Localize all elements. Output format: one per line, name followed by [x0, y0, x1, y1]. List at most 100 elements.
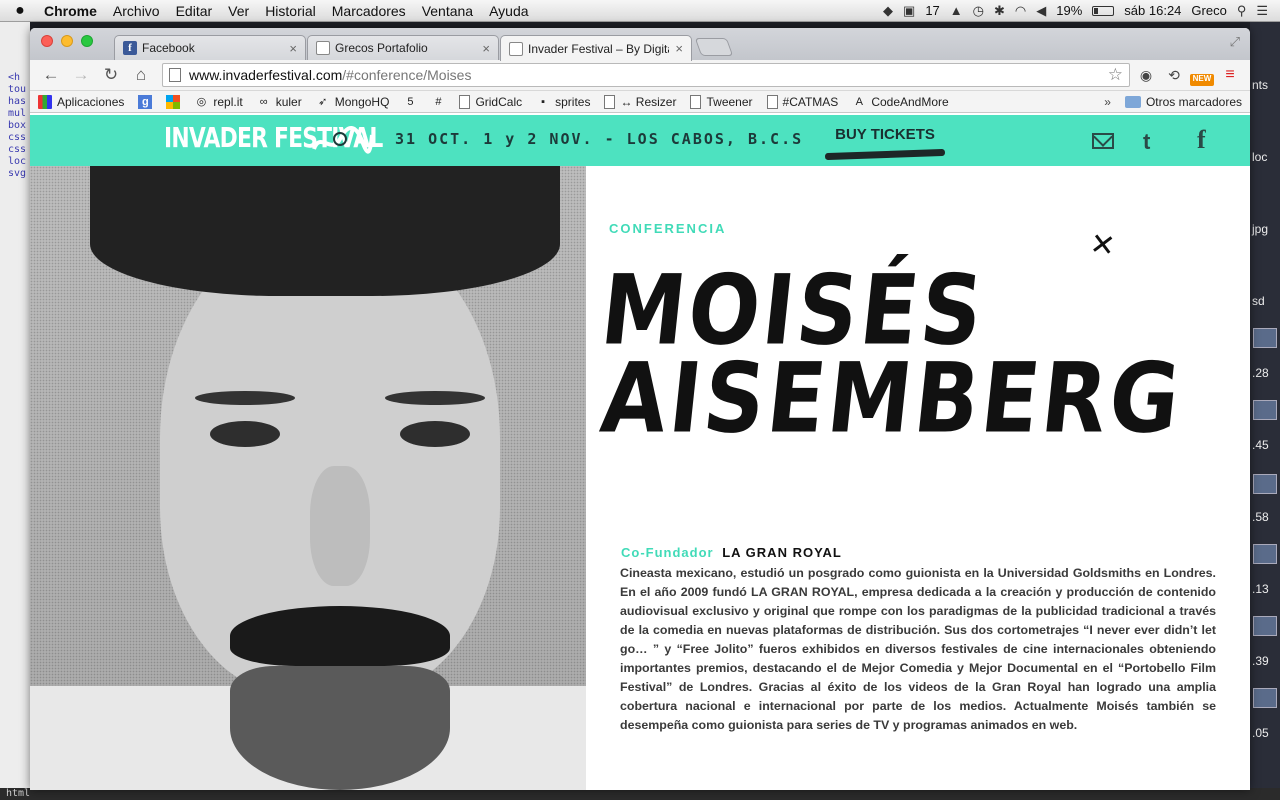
menu-ventana[interactable]: Ventana: [414, 3, 481, 19]
bookmark-kuler[interactable]: ∞ kuler: [257, 95, 302, 109]
bookmark-resizer[interactable]: ↔ Resizer: [604, 94, 677, 109]
desktop-file-label[interactable]: sd: [1252, 294, 1265, 308]
fullscreen-icon[interactable]: ⤢: [1230, 34, 1240, 50]
menu-ver[interactable]: Ver: [220, 3, 257, 19]
page-info-icon[interactable]: [169, 68, 181, 82]
windows-icon: [166, 94, 181, 109]
desktop-file-thumbnail[interactable]: [1253, 328, 1277, 348]
tab-invader-festival[interactable]: Invader Festival – By Digital ×: [500, 35, 692, 61]
speaker-last-name: AISEMBERG: [596, 341, 1188, 455]
menu-marcadores[interactable]: Marcadores: [324, 3, 414, 19]
desktop-file-label[interactable]: .28: [1252, 366, 1269, 380]
time-machine-icon[interactable]: ◷: [973, 3, 984, 19]
font-a-icon: A: [855, 95, 863, 108]
bookmark-sprites[interactable]: ▪ sprites: [536, 95, 590, 109]
menu-editar[interactable]: Editar: [168, 3, 221, 19]
desktop-file-thumbnail[interactable]: [1253, 544, 1277, 564]
bookmark-mongohq[interactable]: ➶ MongoHQ: [316, 94, 390, 109]
dropbox-icon[interactable]: ◆: [883, 3, 893, 19]
sprite-icon: ▪: [541, 95, 546, 108]
bookmark-html5[interactable]: 5: [403, 95, 417, 109]
bookmarks-overflow-button[interactable]: »: [1104, 95, 1111, 109]
desktop-file-label[interactable]: nts: [1252, 78, 1268, 92]
bookmark-label: sprites: [555, 94, 591, 109]
window-close-button[interactable]: [41, 35, 53, 47]
bookmark-label: ↔ Resizer: [620, 94, 677, 109]
tab-facebook[interactable]: f Facebook ×: [114, 35, 306, 60]
desktop-file-label[interactable]: .05: [1252, 726, 1269, 740]
photo-mustache: [230, 606, 450, 666]
bookmark-label: CodeAndMore: [871, 94, 949, 109]
battery-icon[interactable]: [1092, 5, 1115, 16]
back-button[interactable]: ←: [38, 63, 64, 87]
page-icon: [766, 94, 778, 109]
desktop-file-thumbnail[interactable]: [1253, 616, 1277, 636]
mail-icon[interactable]: [1092, 133, 1114, 149]
notification-icon[interactable]: ▲: [950, 3, 963, 18]
tab-grecos-portafolio[interactable]: Grecos Portafolio ×: [307, 35, 499, 60]
spotlight-icon[interactable]: ⚲: [1237, 3, 1247, 19]
menu-archivo[interactable]: Archivo: [105, 3, 168, 19]
bookmark-label: MongoHQ: [334, 94, 390, 109]
kuler-icon: ∞: [259, 95, 268, 108]
bookmark-google[interactable]: g: [138, 94, 153, 109]
tab-close-icon[interactable]: ×: [675, 41, 683, 56]
tab-title: Grecos Portafolio: [335, 41, 428, 55]
tab-close-icon[interactable]: ×: [289, 41, 297, 56]
sync-extension-icon[interactable]: ⟲: [1162, 63, 1186, 87]
twitter-icon[interactable]: t: [1143, 129, 1150, 155]
tab-close-icon[interactable]: ×: [482, 41, 490, 56]
apple-icon[interactable]: ●: [0, 2, 40, 20]
clock[interactable]: sáb 16:24: [1124, 3, 1181, 18]
bookmark-microsoft[interactable]: [166, 94, 181, 109]
facebook-icon[interactable]: f: [1197, 125, 1206, 155]
browser-window: f Facebook × Grecos Portafolio × Invader…: [30, 28, 1250, 790]
new-badge-extension-icon[interactable]: NEW: [1190, 74, 1214, 86]
desktop-file-label[interactable]: .39: [1252, 654, 1269, 668]
bookmark-star-icon[interactable]: ☆: [1108, 65, 1123, 85]
bookmark-tweener[interactable]: Tweener: [690, 94, 753, 109]
desktop-file-thumbnail[interactable]: [1253, 474, 1277, 494]
bookmark-catmas[interactable]: #CATMAS: [766, 94, 838, 109]
bookmark-gridcalc[interactable]: GridCalc: [459, 94, 522, 109]
window-minimize-button[interactable]: [61, 35, 73, 47]
role-organization: LA GRAN ROYAL: [722, 545, 842, 560]
buy-tickets-button[interactable]: BUY TICKETS: [820, 126, 950, 143]
menu-historial[interactable]: Historial: [257, 3, 324, 19]
menu-app-name[interactable]: Chrome: [40, 3, 105, 19]
code-line: mul: [8, 108, 27, 119]
calendar-icon[interactable]: ▣: [903, 3, 915, 19]
desktop-file-thumbnail[interactable]: [1253, 688, 1277, 708]
rocket-icon: ➶: [318, 95, 328, 108]
forward-button[interactable]: →: [68, 63, 94, 87]
window-zoom-button[interactable]: [81, 35, 93, 47]
bookmark-label: repl.it: [213, 94, 243, 109]
desktop-file-thumbnail[interactable]: [1253, 400, 1277, 420]
address-bar[interactable]: www.invaderfestival.com/#conference/Mois…: [162, 63, 1130, 87]
wifi-icon[interactable]: ◠: [1015, 3, 1026, 19]
bookmark-replit[interactable]: ◎ repl.it: [194, 94, 243, 109]
notification-center-icon[interactable]: ☰: [1256, 3, 1268, 19]
desktop-file-label[interactable]: jpg: [1252, 222, 1268, 236]
extension-icon[interactable]: ◉: [1134, 63, 1158, 87]
bookmark-apps[interactable]: Aplicaciones: [38, 94, 124, 109]
bluetooth-icon[interactable]: ✱: [994, 3, 1005, 19]
desktop-file-label[interactable]: .13: [1252, 582, 1269, 596]
bookmark-hash[interactable]: #: [431, 95, 445, 109]
desktop-file-label[interactable]: loc: [1252, 150, 1267, 164]
bookmark-codeandmore[interactable]: A CodeAndMore: [852, 94, 949, 109]
home-button[interactable]: ⌂: [128, 63, 154, 87]
menu-ayuda[interactable]: Ayuda: [481, 3, 536, 19]
chrome-menu-icon[interactable]: ≡: [1218, 63, 1242, 87]
photo-eye: [210, 421, 280, 447]
desktop-file-label[interactable]: .45: [1252, 438, 1269, 452]
desktop-file-label[interactable]: .58: [1252, 510, 1269, 524]
festival-dates: 31 OCT. 1 y 2 NOV. - LOS CABOS, B.C.S: [395, 130, 804, 148]
bookmark-other-folder[interactable]: Otros marcadores: [1124, 95, 1242, 109]
close-icon[interactable]: ✕: [1088, 226, 1118, 264]
user-name[interactable]: Greco: [1191, 3, 1226, 18]
new-tab-button[interactable]: [694, 38, 734, 56]
reload-button[interactable]: ↻: [98, 63, 124, 87]
volume-icon[interactable]: ◀: [1036, 3, 1046, 19]
speaker-role: Co-Fundador LA GRAN ROYAL: [621, 545, 842, 560]
